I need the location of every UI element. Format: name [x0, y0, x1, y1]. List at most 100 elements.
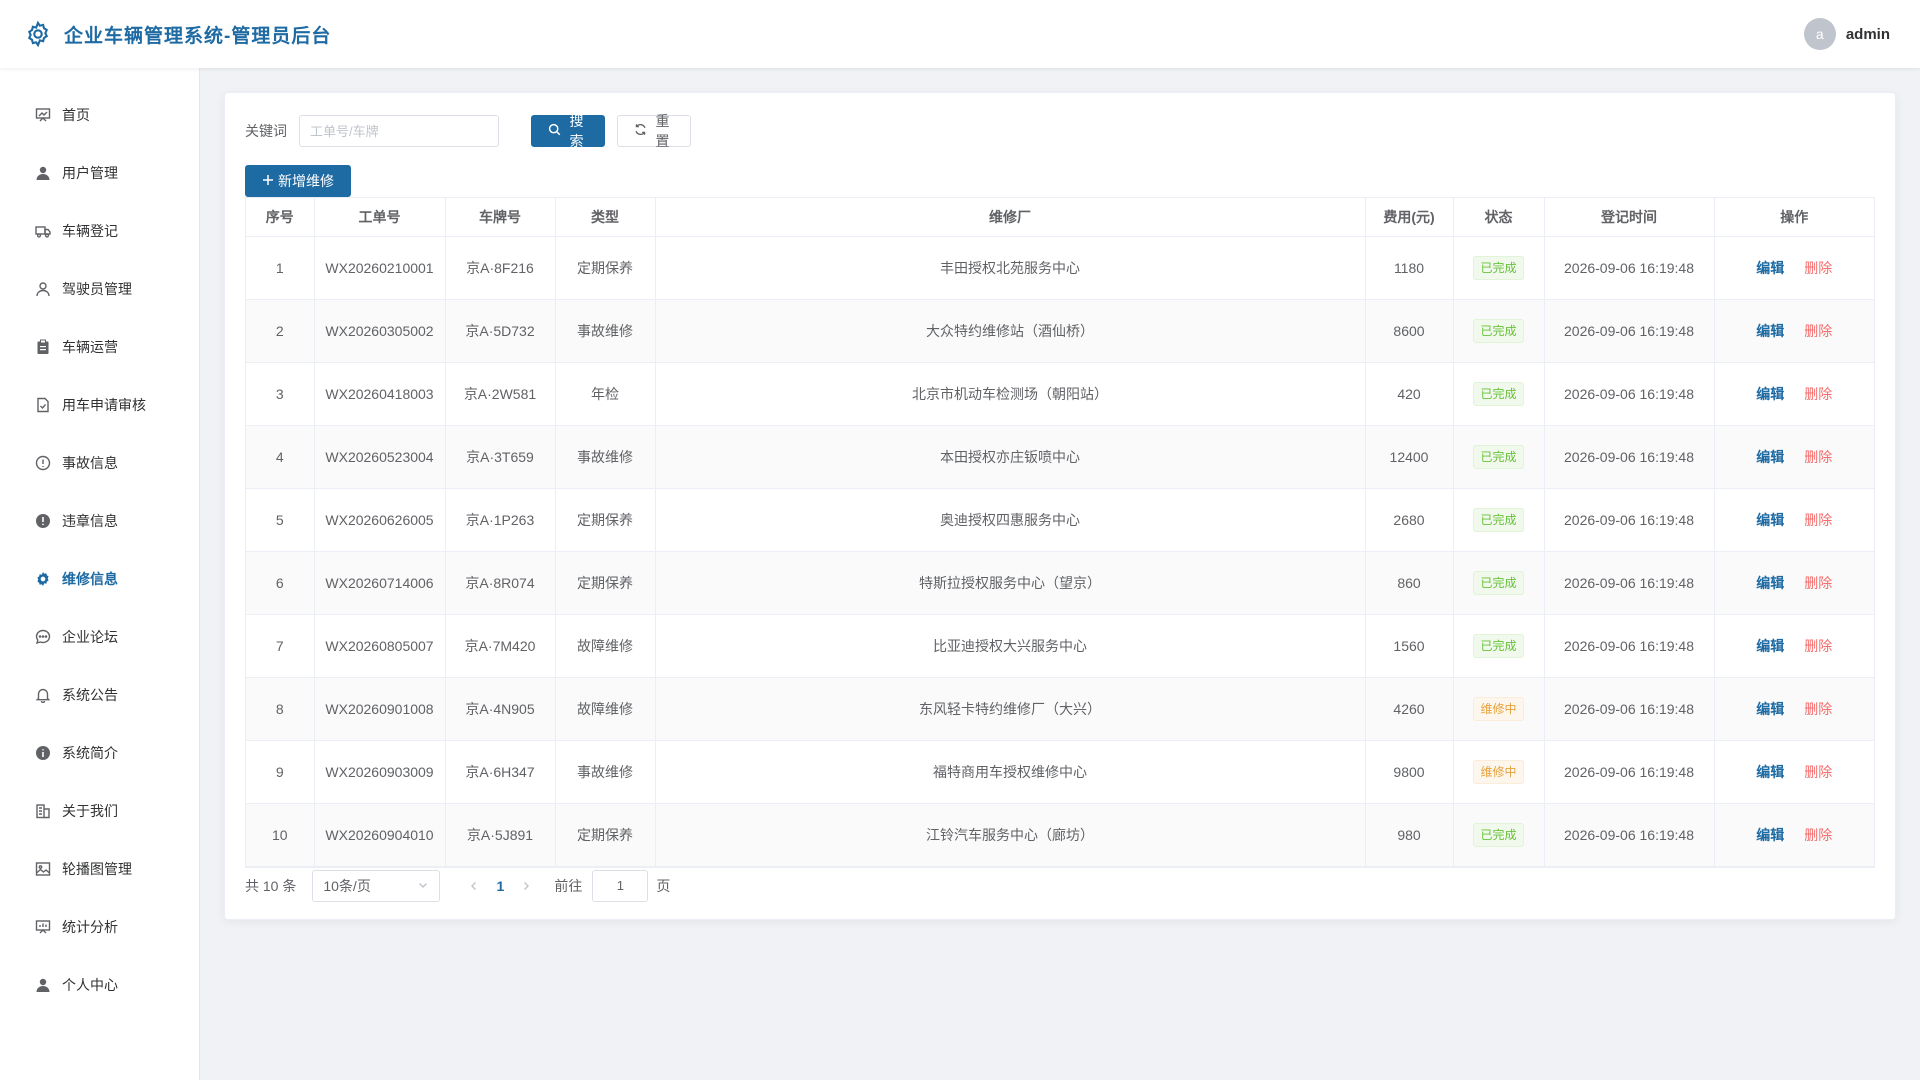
- order-no-text: WX20260904010: [325, 826, 434, 843]
- page-size-select[interactable]: 10条/页: [312, 869, 441, 902]
- cell-time: 2026-09-06 16:19:48: [1544, 425, 1715, 489]
- sidebar: 首页 用户管理 车辆登记 驾驶员管理 车辆运营 用车申请审核 事故信息 违章信息…: [0, 68, 200, 1080]
- cell-actions: 编辑 删除: [1714, 614, 1874, 678]
- delete-button[interactable]: 删除: [1804, 449, 1832, 465]
- cell-status: 已完成: [1453, 614, 1545, 678]
- status-badge: 已完成: [1473, 255, 1524, 280]
- table-row: 6 WX20260714006 京A·8R074 定期保养 特斯拉授权服务中心（望京） 8…: [246, 551, 1874, 615]
- edit-button[interactable]: 编辑: [1756, 764, 1784, 780]
- avatar[interactable]: a: [1803, 18, 1836, 50]
- edit-button[interactable]: 编辑: [1756, 323, 1784, 339]
- warning-filled-icon: [34, 512, 52, 530]
- delete-button[interactable]: 删除: [1804, 575, 1832, 591]
- sidebar-item-usage-approval[interactable]: 用车申请审核: [0, 376, 199, 434]
- next-page-button[interactable]: [516, 878, 536, 894]
- sidebar-item-carousel[interactable]: 轮播图管理: [0, 840, 199, 898]
- cell-order-no: WX20260523004: [314, 425, 446, 489]
- cell-order-no: WX20260626005: [314, 488, 446, 552]
- edit-button[interactable]: 编辑: [1756, 512, 1784, 528]
- delete-button[interactable]: 删除: [1804, 386, 1832, 402]
- cell-index: 5: [246, 488, 315, 552]
- column-header-order-no: 工单号: [314, 198, 446, 237]
- user-outline-icon: [34, 280, 52, 298]
- table-row: 7 WX20260805007 京A·7M420 故障维修 比亚迪授权大兴服务中心 156…: [246, 614, 1874, 678]
- chat-dot-icon: [34, 628, 52, 646]
- reset-button[interactable]: 重置: [617, 113, 691, 149]
- order-no-text: WX20260805007: [325, 637, 434, 654]
- edit-button[interactable]: 编辑: [1756, 386, 1784, 402]
- sidebar-item-announcements[interactable]: 系统公告: [0, 666, 199, 724]
- edit-button[interactable]: 编辑: [1756, 575, 1784, 591]
- page-number-current[interactable]: 1: [484, 878, 516, 894]
- cell-plate: 京A·7M420: [445, 614, 556, 678]
- sidebar-item-vehicle-register[interactable]: 车辆登记: [0, 202, 199, 260]
- sidebar-item-accidents[interactable]: 事故信息: [0, 434, 199, 492]
- sidebar-item-forum[interactable]: 企业论坛: [0, 608, 199, 666]
- table-row: 3 WX20260418003 京A·2W581 年检 北京市机动车检测场（朝阳站） 42…: [246, 362, 1874, 426]
- cell-actions: 编辑 删除: [1714, 740, 1874, 804]
- cell-status: 已完成: [1453, 551, 1545, 615]
- prev-page-button[interactable]: [464, 878, 484, 894]
- cell-time: 2026-09-06 16:19:48: [1544, 362, 1715, 426]
- cell-shop: 奥迪授权四惠服务中心: [655, 488, 1366, 552]
- cell-status: 已完成: [1453, 299, 1545, 363]
- order-no-text: WX20260626005: [325, 511, 434, 528]
- plus-icon: [262, 173, 274, 189]
- edit-button[interactable]: 编辑: [1756, 638, 1784, 654]
- cell-status: 已完成: [1453, 488, 1545, 552]
- table-row: 5 WX20260626005 京A·1P263 定期保养 奥迪授权四惠服务中心 2680…: [246, 488, 1874, 552]
- goto-page-input[interactable]: [592, 869, 649, 902]
- maintenance-panel: 关键词 搜索 重置 新增维修 序号 工单号 车牌号: [224, 92, 1896, 920]
- cell-actions: 编辑 删除: [1714, 299, 1874, 363]
- office-building-icon: [34, 802, 52, 820]
- edit-button[interactable]: 编辑: [1756, 260, 1784, 276]
- cell-order-no: WX20260904010: [314, 803, 446, 867]
- sidebar-item-statistics[interactable]: 统计分析: [0, 898, 199, 956]
- cell-index: 7: [246, 614, 315, 678]
- username[interactable]: admin: [1846, 26, 1890, 43]
- cell-index: 2: [246, 299, 315, 363]
- edit-button[interactable]: 编辑: [1756, 449, 1784, 465]
- cell-time: 2026-09-06 16:19:48: [1544, 677, 1715, 741]
- sidebar-item-label: 企业论坛: [62, 629, 118, 645]
- sidebar-item-home[interactable]: 首页: [0, 86, 199, 144]
- edit-button[interactable]: 编辑: [1756, 701, 1784, 717]
- delete-button[interactable]: 删除: [1804, 638, 1832, 654]
- status-badge: 已完成: [1473, 318, 1524, 343]
- keyword-input[interactable]: [299, 115, 499, 147]
- cell-type: 故障维修: [555, 614, 656, 678]
- delete-button[interactable]: 删除: [1804, 260, 1832, 276]
- status-badge: 已完成: [1473, 381, 1524, 406]
- sidebar-item-violations[interactable]: 违章信息: [0, 492, 199, 550]
- refresh-icon: [634, 123, 647, 139]
- sidebar-item-maintenance[interactable]: 维修信息: [0, 550, 199, 608]
- delete-button[interactable]: 删除: [1804, 512, 1832, 528]
- sidebar-item-drivers[interactable]: 驾驶员管理: [0, 260, 199, 318]
- user-menu[interactable]: a admin: [1803, 18, 1890, 50]
- cell-plate: 京A·4N905: [445, 677, 556, 741]
- sidebar-item-users[interactable]: 用户管理: [0, 144, 199, 202]
- sidebar-item-system-intro[interactable]: 系统简介: [0, 724, 199, 782]
- add-maintenance-button[interactable]: 新增维修: [245, 165, 351, 197]
- cell-status: 维修中: [1453, 740, 1545, 804]
- edit-button[interactable]: 编辑: [1756, 827, 1784, 843]
- delete-button[interactable]: 删除: [1804, 701, 1832, 717]
- picture-icon: [34, 860, 52, 878]
- goto-label: 前往: [554, 877, 583, 894]
- delete-button[interactable]: 删除: [1804, 764, 1832, 780]
- delete-button[interactable]: 删除: [1804, 827, 1832, 843]
- cell-type: 年检: [555, 362, 656, 426]
- toolbar: 新增维修: [245, 165, 1875, 197]
- gear-icon: [34, 570, 52, 588]
- delete-button[interactable]: 删除: [1804, 323, 1832, 339]
- sidebar-item-vehicle-operation[interactable]: 车辆运营: [0, 318, 199, 376]
- sidebar-item-about-us[interactable]: 关于我们: [0, 782, 199, 840]
- table-row: 9 WX20260903009 京A·6H347 事故维修 福特商用车授权维修中心 980…: [246, 740, 1874, 804]
- search-button[interactable]: 搜索: [531, 113, 605, 149]
- cell-order-no: WX20260210001: [314, 236, 446, 300]
- cell-status: 已完成: [1453, 425, 1545, 489]
- cell-order-no: WX20260903009: [314, 740, 446, 804]
- order-no-text: WX20260714006: [325, 574, 434, 591]
- cell-time: 2026-09-06 16:19:48: [1544, 803, 1715, 867]
- sidebar-item-profile[interactable]: 个人中心: [0, 956, 199, 1014]
